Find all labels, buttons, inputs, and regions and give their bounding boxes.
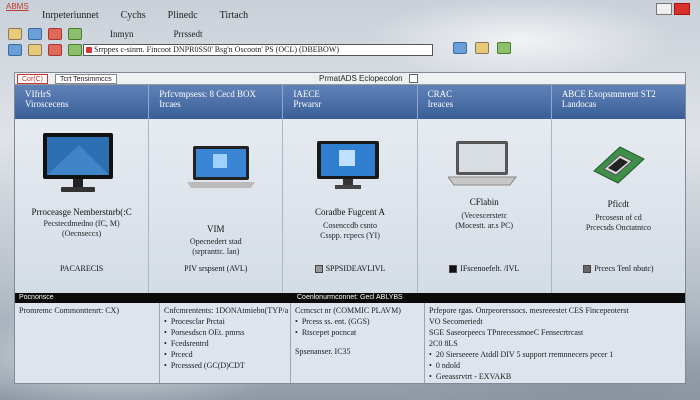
menu-item[interactable]: Inrpeteriunnet <box>42 10 99 24</box>
details-column: Promremc Commonttenrt: CX) <box>15 303 160 383</box>
device-card[interactable]: Coradbe Fugcent A Cosenccdb csnto Csspp.… <box>283 119 418 293</box>
notebook-icon <box>447 141 517 186</box>
detail-item: Cnfcmrentents: 1DONAtmiebn(TYP/a <box>164 306 289 315</box>
detail-item: Prcecd <box>164 349 286 360</box>
device-name: Prroceasge Nemberstnrb(:C <box>31 207 132 217</box>
forward-icon[interactable] <box>68 44 82 56</box>
tab-core[interactable]: Cor(C) <box>17 74 48 84</box>
details-bar-title: Coenlonurmconnet: Gecl ABLYBS <box>297 294 403 301</box>
toolbar-right <box>453 42 511 54</box>
toolbar-label[interactable]: Inmyn <box>110 29 134 39</box>
stop-icon[interactable] <box>48 44 62 56</box>
site-icon <box>86 47 92 53</box>
detail-item: 2C0 8LS <box>429 339 458 348</box>
details-bar: Pocnonsce Coenlonurmconnet: Gecl ABLYBS <box>15 293 685 303</box>
column-header[interactable]: VIfrlrS Viroscecens <box>15 85 150 119</box>
tab-terms[interactable]: Tcrt Tensimmccs <box>55 74 117 84</box>
status-icon <box>314 265 323 274</box>
detail-item: Promremc Commonttenrt: CX) <box>19 306 119 315</box>
detail-item: Geeassrvtrt - EXVAKB <box>429 371 681 382</box>
device-desc: Opecnedert stad (srpranttc. lan) <box>189 237 242 256</box>
device-footer: SPPSIDEAVLIVL <box>283 264 416 274</box>
monitor-icon <box>317 141 380 189</box>
menu-item[interactable]: Tirtach <box>220 10 249 24</box>
home-icon[interactable] <box>28 44 42 56</box>
print-icon[interactable] <box>48 28 62 40</box>
device-desc: Prcosesn of cd Prcecsds Onctatntco <box>585 213 651 232</box>
chip-icon <box>592 146 645 184</box>
laptop-icon <box>187 146 256 188</box>
menu-item[interactable]: Cychs <box>121 10 146 24</box>
app-title: ABMS <box>6 2 29 11</box>
detail-item: Rtscepet pocncat <box>295 327 420 338</box>
device-card[interactable]: Pficdt Prcosesn of cd Prcecsds Onctatntc… <box>551 119 686 293</box>
tab-close-button[interactable] <box>409 74 418 83</box>
detail-item: SGE Saseorpeecs TPnrecessmoeC Fensecrtrc… <box>429 328 584 337</box>
device-footer: PACARECIS <box>59 264 104 273</box>
device-footer: Prcecs Tenl nbutc) <box>552 264 685 274</box>
address-bar[interactable]: Srrppes c-sinrn. Fincoot DNPR0SS0' Bsg'n… <box>83 44 433 56</box>
column-header[interactable]: Prfcvmpsess: 8 Cecd BOX Ircaes <box>149 85 284 119</box>
device-name: Coradbe Fugcent A <box>315 207 385 217</box>
detail-item: Porsesdscn OEt. pmrss <box>164 327 286 338</box>
save-icon[interactable] <box>28 28 42 40</box>
refresh-icon[interactable] <box>68 28 82 40</box>
device-name: Pficdt <box>607 199 630 209</box>
device-desc: Pecstecdmedno (fC, M) (Oecnseccs) <box>43 219 120 238</box>
download-icon[interactable] <box>497 42 511 54</box>
status-icon <box>583 265 592 274</box>
menu-item[interactable]: Plinedc <box>168 10 198 24</box>
main-window: Cor(C) Tcrt Tensimmccs PrmatADS Eclopeco… <box>14 72 686 384</box>
device-name: CFlabin <box>469 197 499 207</box>
detail-item: Fcedsrentrd <box>164 338 286 349</box>
detail-item: Spsenanser. IC35 <box>295 347 351 356</box>
column-header[interactable]: CRAC Ireaces <box>418 85 552 119</box>
device-card[interactable]: CFlabin (Vecescerstetc (Mocestt. ar.s PC… <box>417 119 552 293</box>
detail-item: Prfepore rgas. Onrpeorerssocs. mesreeest… <box>429 306 629 315</box>
device-desc: Cosenccdb csnto Csspp. rcpecs (YI) <box>320 221 380 240</box>
device-footer: PIV srspsent (AVL) <box>184 264 248 273</box>
close-button[interactable] <box>674 3 690 15</box>
back-icon[interactable] <box>8 44 22 56</box>
detail-item: VO Secomeriedt <box>429 317 483 326</box>
details-column: Prfepore rgas. Onrpeorerssocs. mesreeest… <box>425 303 685 383</box>
device-footer-text: IFscenoefelt. /IVL <box>460 264 520 273</box>
details-bar-left: Pocnonsce <box>19 294 54 301</box>
device-footer-text: Prcecs Tenl nbutc) <box>594 264 654 273</box>
detail-heading: Ccmcsct nr (COMMIC PLAVM) <box>295 306 401 315</box>
folder-icon[interactable] <box>8 28 22 40</box>
bookmark-icon[interactable] <box>475 42 489 54</box>
address-text: Srrppes c-sinrn. Fincoot DNPR0SS0' Bsg'n… <box>94 45 339 54</box>
detail-item: 20 Sierseeere Atddl DIV 5 support rremnn… <box>429 349 681 360</box>
window-controls <box>656 3 690 15</box>
device-footer-text: SPPSIDEAVLIVL <box>325 264 386 273</box>
window-title: PrmatADS Eclopecolon <box>319 74 403 83</box>
detail-item: Procesclar Prctai <box>164 316 286 327</box>
device-name: VIM <box>207 224 225 234</box>
device-card[interactable]: VIM Opecnedert stad (srpranttc. lan) PIV… <box>149 119 284 293</box>
toolbar-row-2 <box>8 44 82 56</box>
detail-item: Prcess ss. ent. (GGS) <box>295 316 420 327</box>
minimize-button[interactable] <box>656 3 672 15</box>
toolbar-row-1: Inmyn Prrssedt <box>8 28 203 40</box>
desktop-monitor-icon <box>43 133 113 192</box>
column-headers: VIfrlrS Viroscecens Prfcvmpsess: 8 Cecd … <box>15 85 685 119</box>
device-desc: (Vecescerstetc (Mocestt. ar.s PC) <box>455 211 514 230</box>
column-header[interactable]: ABCE Exopsmmrent ST2 Landocas <box>552 85 685 119</box>
device-card[interactable]: Prroceasge Nemberstnrb(:C Pecstecdmedno … <box>15 119 150 293</box>
detail-item: Prcesssed (GC(D)CDT <box>164 360 286 371</box>
settings-icon[interactable] <box>453 42 467 54</box>
title-bar: ABMS Inrpeteriunnet Cychs Plinedc Tirtac… <box>0 0 700 21</box>
device-footer: IFscenoefelt. /IVL <box>418 264 551 274</box>
column-header[interactable]: IAECE Prwarsr <box>283 85 418 119</box>
status-icon <box>449 265 458 274</box>
menu-bar: Inrpeteriunnet Cychs Plinedc Tirtach <box>42 10 248 24</box>
detail-item: 0 ndold <box>429 360 681 371</box>
tab-strip: Cor(C) Tcrt Tensimmccs PrmatADS Eclopeco… <box>15 73 685 85</box>
device-grid: Prroceasge Nemberstnrb(:C Pecstecdmedno … <box>15 119 686 293</box>
details-column: Ccmcsct nr (COMMIC PLAVM) Prcess ss. ent… <box>291 303 425 383</box>
toolbar-label[interactable]: Prrssedt <box>174 29 203 39</box>
details-column: Cnfcmrentents: 1DONAtmiebn(TYP/a Procesc… <box>160 303 291 383</box>
details-panel: Promremc Commonttenrt: CX) Cnfcmrentents… <box>15 303 685 383</box>
